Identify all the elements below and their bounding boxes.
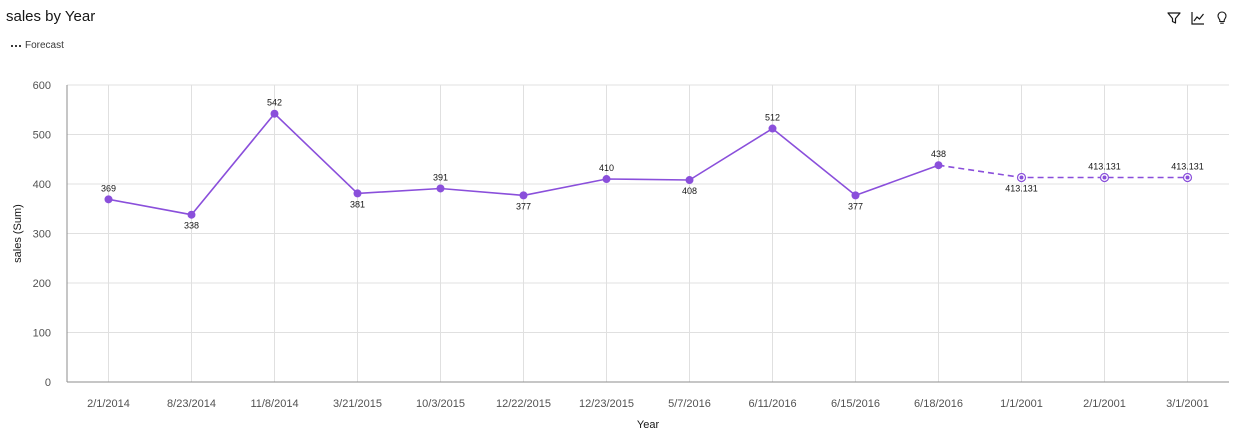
forecast-data-point-center bbox=[1102, 175, 1107, 180]
x-tick-label: 12/22/2015 bbox=[496, 398, 551, 410]
x-tick-label: 8/23/2014 bbox=[167, 398, 216, 410]
y-axis-title: sales (Sum) bbox=[12, 204, 24, 263]
sales-data-point bbox=[270, 109, 279, 118]
x-tick-label: 3/21/2015 bbox=[333, 398, 382, 410]
forecast-data-label: 413.131 bbox=[1171, 162, 1204, 172]
forecast-data-label: 413.131 bbox=[1005, 184, 1038, 194]
forecast-data-point-center bbox=[1019, 175, 1024, 180]
y-tick-label: 0 bbox=[45, 377, 51, 389]
sales-data-point bbox=[934, 161, 943, 170]
forecast-series-line bbox=[938, 164, 1188, 179]
sales-data-point bbox=[104, 195, 113, 204]
sales-data-point bbox=[685, 176, 694, 185]
line-chart: 0 100 200 300 400 500 600 2/1/2014 8/23/2014 11/8… bbox=[12, 80, 1229, 431]
y-tick-label: 100 bbox=[33, 328, 51, 340]
sales-data-label: 438 bbox=[931, 149, 946, 159]
sales-data-point bbox=[519, 191, 528, 200]
sales-data-point bbox=[187, 210, 196, 219]
x-tick-label: 10/3/2015 bbox=[416, 398, 465, 410]
x-tick-label: 12/23/2015 bbox=[579, 398, 634, 410]
sales-data-label: 391 bbox=[433, 172, 448, 182]
x-axis-title: Year bbox=[637, 419, 660, 431]
y-tick-label: 600 bbox=[33, 80, 51, 92]
sales-data-point bbox=[436, 184, 445, 193]
sales-data-label: 338 bbox=[184, 221, 199, 231]
sales-data-label: 408 bbox=[682, 186, 697, 196]
sales-data-label: 377 bbox=[516, 201, 531, 211]
sales-data-label: 377 bbox=[848, 201, 863, 211]
x-tick-label: 1/1/2001 bbox=[1000, 398, 1043, 410]
x-tick-label: 3/1/2001 bbox=[1166, 398, 1209, 410]
sales-data-label: 369 bbox=[101, 183, 116, 193]
x-tick-label: 6/18/2016 bbox=[914, 398, 963, 410]
x-tick-label: 6/15/2016 bbox=[831, 398, 880, 410]
sales-data-point bbox=[851, 191, 860, 200]
y-tick-label: 300 bbox=[33, 229, 51, 241]
x-tick-label: 11/8/2014 bbox=[250, 398, 298, 410]
sales-data-label: 381 bbox=[350, 199, 365, 209]
y-tick-label: 500 bbox=[33, 130, 51, 142]
x-tick-label: 2/1/2014 bbox=[87, 398, 130, 410]
x-tick-label: 2/1/2001 bbox=[1083, 398, 1126, 410]
sales-data-point bbox=[353, 189, 362, 198]
y-tick-label: 400 bbox=[33, 179, 51, 191]
x-tick-label: 5/7/2016 bbox=[668, 398, 711, 410]
sales-data-label: 542 bbox=[267, 98, 282, 108]
sales-data-point bbox=[602, 175, 611, 184]
forecast-data-label: 413.131 bbox=[1088, 162, 1121, 172]
sales-data-label: 410 bbox=[599, 163, 614, 173]
sales-data-label: 512 bbox=[765, 113, 780, 123]
y-tick-label: 200 bbox=[33, 278, 51, 290]
sales-data-point bbox=[768, 124, 777, 133]
forecast-data-point-center bbox=[1185, 175, 1190, 180]
x-tick-label: 6/11/2016 bbox=[748, 398, 796, 410]
